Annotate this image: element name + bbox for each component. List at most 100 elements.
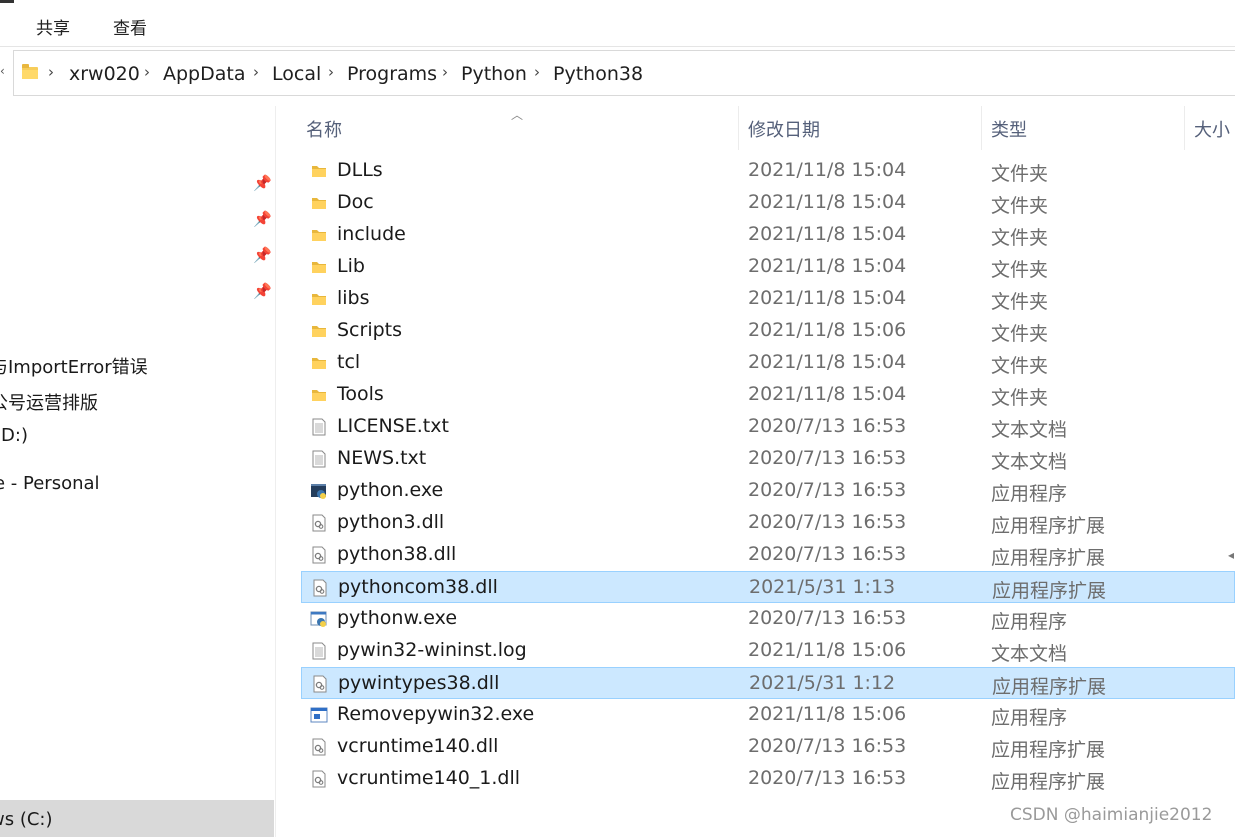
file-row-python-exe[interactable]: python.exe 2020/7/13 16:53 应用程序 (301, 475, 1235, 507)
chevron-right-icon[interactable]: › (442, 63, 448, 81)
file-row-tools[interactable]: Tools 2021/11/8 15:04 文件夹 (301, 379, 1235, 411)
file-name: pywintypes38.dll (338, 672, 500, 694)
file-row-pythoncom38-dll[interactable]: pythoncom38.dll 2021/5/31 1:13 应用程序扩展 (301, 571, 1235, 603)
file-modified-date: 2020/7/13 16:53 (748, 543, 907, 565)
file-type: 应用程序扩展 (991, 547, 1106, 569)
file-modified-date: 2020/7/13 16:53 (748, 767, 907, 789)
file-row-vcruntime140-1-dll[interactable]: vcruntime140_1.dll 2020/7/13 16:53 应用程序扩展 (301, 763, 1235, 795)
file-name: python38.dll (337, 543, 457, 565)
column-headers: ︿ 名称 修改日期 类型 大小 (276, 106, 1235, 150)
nav-item-drive-d[interactable]: (D:) (0, 425, 28, 446)
navigation-pane: 📌 📌 📌 📌 与ImportError错误 公号运营排版 (D:) e - P… (0, 106, 276, 837)
file-modified-date: 2021/11/8 15:04 (748, 351, 907, 373)
dll-file-icon (311, 579, 329, 597)
file-row-news-txt[interactable]: NEWS.txt 2020/7/13 16:53 文本文档 (301, 443, 1235, 475)
file-name: LICENSE.txt (337, 415, 449, 437)
column-divider[interactable] (981, 106, 982, 150)
address-folder-icon (22, 64, 38, 79)
breadcrumb-programs[interactable]: Programs (347, 63, 437, 85)
app-exe-icon (310, 706, 328, 724)
ribbon-edge (0, 0, 14, 3)
nav-item-drive-c[interactable]: ws (C:) (0, 809, 53, 830)
nav-item-gonghao[interactable]: 公号运营排版 (0, 389, 98, 415)
file-name: pythoncom38.dll (338, 576, 498, 598)
file-row-lib[interactable]: Lib 2021/11/8 15:04 文件夹 (301, 251, 1235, 283)
breadcrumb-python[interactable]: Python (461, 63, 527, 85)
file-type: 应用程序扩展 (991, 515, 1106, 537)
chevron-right-icon[interactable]: › (144, 63, 150, 81)
file-name: libs (337, 287, 370, 309)
file-type: 文件夹 (991, 323, 1049, 345)
folder-icon (310, 258, 328, 276)
file-type: 应用程序扩展 (992, 580, 1107, 602)
chevron-right-icon[interactable]: › (328, 63, 334, 81)
file-row-libs[interactable]: libs 2021/11/8 15:04 文件夹 (301, 283, 1235, 315)
file-row-pythonw-exe[interactable]: pythonw.exe 2020/7/13 16:53 应用程序 (301, 603, 1235, 635)
file-name: tcl (337, 351, 361, 373)
column-header-type[interactable]: 类型 (991, 116, 1027, 142)
file-row-pywin32-wininst-log[interactable]: pywin32-wininst.log 2021/11/8 15:06 文本文档 (301, 635, 1235, 667)
file-row-removepywin32-exe[interactable]: Removepywin32.exe 2021/11/8 15:06 应用程序 (301, 699, 1235, 731)
text-file-icon (310, 642, 328, 660)
file-type: 文本文档 (991, 419, 1068, 441)
file-row-license-txt[interactable]: LICENSE.txt 2020/7/13 16:53 文本文档 (301, 411, 1235, 443)
file-row-python38-dll[interactable]: python38.dll 2020/7/13 16:53 应用程序扩展 (301, 539, 1235, 571)
file-type: 文件夹 (991, 227, 1049, 249)
dll-file-icon (310, 770, 328, 788)
file-name: Lib (337, 255, 365, 277)
file-name: python3.dll (337, 511, 445, 533)
file-row-dlls[interactable]: DLLs 2021/11/8 15:04 文件夹 (301, 155, 1235, 187)
nav-item-importerror[interactable]: 与ImportError错误 (0, 353, 148, 379)
column-header-size[interactable]: 大小 (1194, 116, 1230, 142)
pin-icon[interactable]: 📌 (253, 246, 272, 264)
scroll-left-icon[interactable]: ◂ (1228, 548, 1234, 562)
file-type: 文件夹 (991, 195, 1049, 217)
pin-icon[interactable]: 📌 (253, 174, 272, 192)
file-type: 文件夹 (991, 163, 1049, 185)
column-divider[interactable] (738, 106, 739, 150)
file-type: 文件夹 (991, 387, 1049, 409)
file-name: Doc (337, 191, 374, 213)
tab-share[interactable]: 共享 (36, 14, 70, 39)
folder-icon (310, 354, 328, 372)
file-modified-date: 2021/11/8 15:06 (748, 319, 907, 341)
back-edge-icon[interactable]: ‹ (0, 64, 5, 78)
file-name: vcruntime140.dll (337, 735, 499, 757)
address-bar[interactable]: › xrw020 › AppData › Local › Programs › … (13, 50, 1235, 96)
file-type: 文件夹 (991, 355, 1049, 377)
file-row-include[interactable]: include 2021/11/8 15:04 文件夹 (301, 219, 1235, 251)
file-row-scripts[interactable]: Scripts 2021/11/8 15:06 文件夹 (301, 315, 1235, 347)
breadcrumb-appdata[interactable]: AppData (163, 63, 246, 85)
file-type: 文件夹 (991, 259, 1049, 281)
tab-view[interactable]: 查看 (113, 14, 147, 39)
watermark: CSDN @haimianjie2012 (1010, 805, 1213, 825)
column-header-name[interactable]: 名称 (306, 116, 342, 142)
file-row-tcl[interactable]: tcl 2021/11/8 15:04 文件夹 (301, 347, 1235, 379)
file-modified-date: 2020/7/13 16:53 (748, 479, 907, 501)
file-name: vcruntime140_1.dll (337, 767, 521, 789)
pin-icon[interactable]: 📌 (253, 282, 272, 300)
pin-icon[interactable]: 📌 (253, 210, 272, 228)
ribbon: 共享 查看 (0, 0, 1235, 47)
file-name: DLLs (337, 159, 383, 181)
chevron-right-icon[interactable]: › (534, 63, 540, 81)
file-row-python3-dll[interactable]: python3.dll 2020/7/13 16:53 应用程序扩展 (301, 507, 1235, 539)
column-header-date[interactable]: 修改日期 (748, 116, 820, 142)
nav-item-onedrive-personal[interactable]: e - Personal (0, 473, 100, 494)
column-divider[interactable] (1184, 106, 1185, 150)
breadcrumb-python38[interactable]: Python38 (553, 63, 643, 85)
file-type: 文本文档 (991, 643, 1068, 665)
file-row-vcruntime140-dll[interactable]: vcruntime140.dll 2020/7/13 16:53 应用程序扩展 (301, 731, 1235, 763)
file-row-doc[interactable]: Doc 2021/11/8 15:04 文件夹 (301, 187, 1235, 219)
breadcrumb-local[interactable]: Local (272, 63, 321, 85)
text-file-icon (310, 418, 328, 436)
folder-icon (310, 162, 328, 180)
file-modified-date: 2020/7/13 16:53 (748, 447, 907, 469)
chevron-right-icon[interactable]: › (48, 63, 54, 81)
file-name: pythonw.exe (337, 607, 458, 629)
file-row-pywintypes38-dll[interactable]: pywintypes38.dll 2021/5/31 1:12 应用程序扩展 (301, 667, 1235, 699)
chevron-right-icon[interactable]: › (253, 63, 259, 81)
breadcrumb-xrw020[interactable]: xrw020 (69, 63, 140, 85)
folder-icon (310, 322, 328, 340)
dll-file-icon (310, 546, 328, 564)
